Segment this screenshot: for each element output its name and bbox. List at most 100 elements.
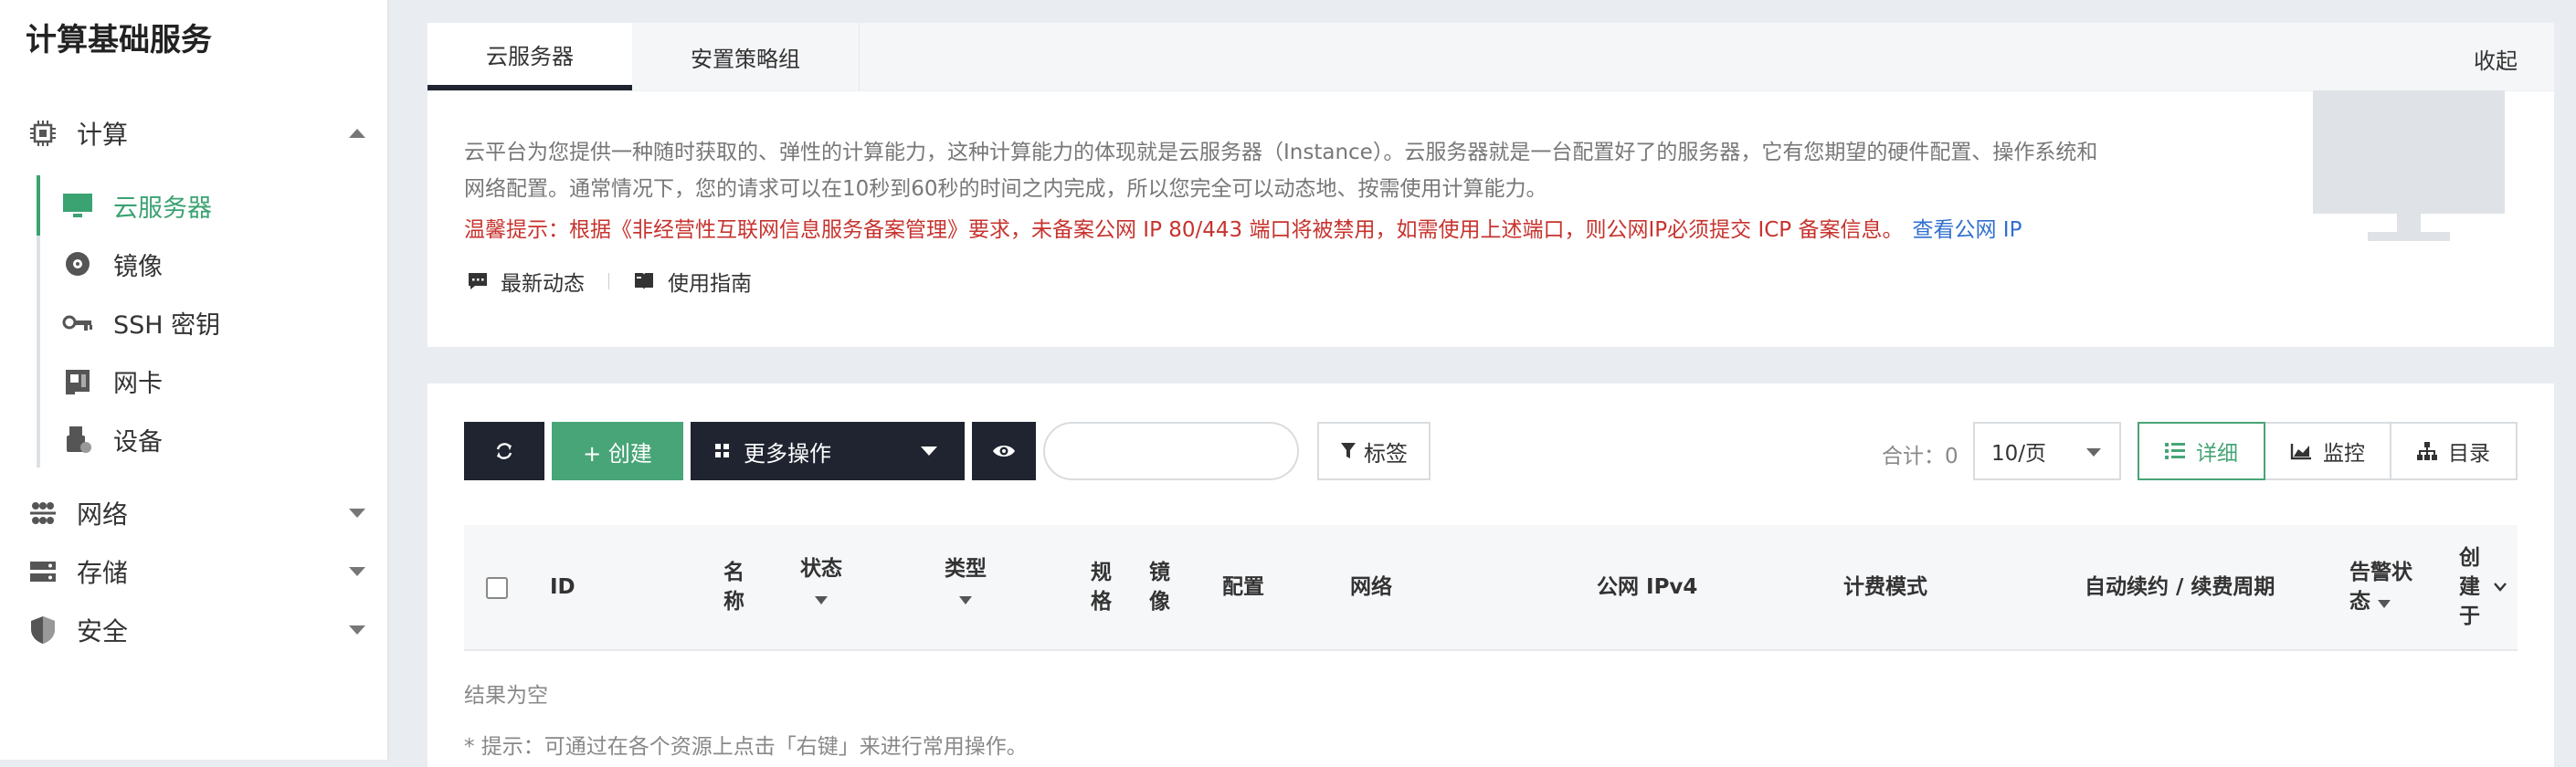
filter-icon (1341, 443, 1356, 458)
guide-link-label: 使用指南 (668, 272, 752, 296)
refresh-button[interactable] (464, 422, 544, 480)
total-count: 合计：0 (1882, 445, 1958, 468)
select-all-checkbox[interactable] (486, 577, 508, 599)
quick-links: 最新动态 使用指南 (468, 266, 752, 297)
chip-icon (27, 118, 58, 149)
column-config[interactable]: 配置 (1222, 573, 1264, 602)
sidebar-item-images[interactable]: 镜像 (37, 240, 365, 288)
page-size-value: 10/页 (1991, 442, 2047, 466)
usb-device-icon (62, 424, 93, 455)
sidebar-group-label: 网络 (77, 499, 129, 530)
column-name[interactable]: 名称 (723, 558, 744, 616)
message-icon (469, 273, 487, 289)
sidebar-group-compute[interactable]: 计算 (27, 108, 365, 159)
view-public-ip-link[interactable]: 查看公网 IP (1913, 218, 2022, 242)
sort-chevron-down-icon[interactable] (2494, 583, 2507, 592)
column-spec[interactable]: 规格 (1091, 558, 1112, 616)
sidebar-group-storage[interactable]: 存储 (27, 546, 365, 597)
tab-placement-groups[interactable]: 安置策略组 (632, 23, 860, 90)
chevron-down-icon (349, 625, 365, 635)
sidebar-item-instances[interactable]: 云服务器 (37, 182, 365, 229)
column-visibility-button[interactable] (972, 422, 1036, 480)
more-actions-button[interactable]: 更多操作 (691, 422, 965, 480)
filter-caret-icon (959, 596, 972, 604)
tag-filter-button[interactable]: 标签 (1317, 422, 1431, 480)
storage-icon (27, 556, 58, 587)
column-created[interactable]: 创建于 (2459, 543, 2480, 631)
area-chart-icon (2290, 444, 2311, 460)
sidebar: 计算基础服务 计算 云服务器 镜像 SSH 密钥 网卡 设备 网络 存储 安全 (0, 0, 389, 760)
monitor-icon (62, 190, 93, 221)
guide-link[interactable]: 使用指南 (633, 266, 752, 297)
sidebar-item-devices[interactable]: 设备 (37, 415, 365, 463)
sidebar-title: 计算基础服务 (26, 22, 212, 58)
sidebar-item-label: 网卡 (113, 369, 163, 398)
sidebar-group-security[interactable]: 安全 (27, 604, 365, 656)
intro-text: 云平台为您提供一种随时获取的、弹性的计算能力，这种计算能力的体现就是云服务器（I… (464, 134, 2254, 207)
sidebar-item-ssh-keys[interactable]: SSH 密钥 (37, 299, 365, 346)
monitor-illustration-icon (2313, 90, 2505, 246)
sidebar-group-label: 存储 (77, 558, 129, 588)
view-switcher: 详细 监控 目录 (2138, 422, 2518, 480)
create-button[interactable]: + 创建 (552, 422, 683, 480)
sidebar-item-label: SSH 密钥 (113, 310, 221, 340)
view-detail-label: 详细 (2196, 442, 2238, 466)
warning-text: 温馨提示：根据《非经营性互联网信息服务备案管理》要求，未备案公网 IP 80/4… (464, 212, 2022, 243)
sidebar-group-network[interactable]: 网络 (27, 488, 365, 539)
sidebar-item-label: 镜像 (113, 252, 163, 281)
empty-result: 结果为空 (464, 684, 548, 708)
tab-bar: 云服务器 安置策略组 收起 (428, 23, 2554, 91)
overview-card: 云服务器 安置策略组 收起 云平台为您提供一种随时获取的、弹性的计算能力，这种计… (428, 23, 2554, 347)
disc-icon (62, 248, 93, 279)
sitemap-icon (2417, 442, 2437, 460)
list-icon (2165, 443, 2185, 459)
column-public-ip[interactable]: 公网 IPv4 (1597, 573, 1697, 602)
grid-icon (715, 444, 729, 457)
chevron-down-icon (2086, 448, 2101, 457)
shield-icon (27, 615, 58, 646)
column-status[interactable]: 状态 (800, 554, 842, 613)
instance-list-card: + 创建 更多操作 标签 合计：0 10/页 详细 监控 目录 ID 名 称 状… (428, 384, 2554, 767)
chevron-up-icon (349, 129, 365, 138)
tag-filter-label: 标签 (1364, 440, 1408, 467)
view-monitor-label: 监控 (2323, 442, 2365, 466)
sidebar-item-nics[interactable]: 网卡 (37, 357, 365, 405)
chevron-down-icon (349, 509, 365, 518)
page-size-select[interactable]: 10/页 (1973, 422, 2121, 480)
news-link-label: 最新动态 (501, 272, 585, 296)
column-image[interactable]: 镜像 (1149, 558, 1170, 616)
network-icon (27, 498, 58, 529)
collapse-link[interactable]: 收起 (2474, 43, 2518, 75)
key-icon (62, 307, 93, 338)
sidebar-group-label: 计算 (77, 120, 129, 150)
view-directory-label: 目录 (2448, 442, 2490, 466)
sidebar-group-label: 安全 (77, 616, 129, 646)
column-id[interactable]: ID (550, 573, 575, 602)
column-type[interactable]: 类型 (945, 554, 987, 613)
more-actions-label: 更多操作 (744, 440, 831, 467)
context-menu-tip: * 提示：可通过在各个资源上点击「右键」来进行常用操作。 (464, 735, 1028, 759)
divider (608, 273, 609, 289)
eye-icon (993, 446, 1015, 457)
chevron-down-icon (921, 447, 937, 456)
view-detail-button[interactable]: 详细 (2138, 422, 2265, 480)
column-renew[interactable]: 自动续约 / 续费周期 (2085, 573, 2275, 602)
refresh-icon (496, 443, 512, 459)
filter-caret-icon (815, 596, 828, 604)
table-header: ID 名称 状态 类型 规格 镜像 配置 网络 公网 IPv4 计费模式 自动续… (464, 525, 2518, 651)
view-directory-button[interactable]: 目录 (2390, 422, 2518, 480)
view-monitor-button[interactable]: 监控 (2264, 422, 2391, 480)
filter-caret-icon (2378, 600, 2391, 608)
search-input[interactable] (1043, 422, 1299, 480)
news-link[interactable]: 最新动态 (468, 266, 585, 297)
sidebar-item-label: 云服务器 (113, 194, 212, 223)
column-alarm[interactable]: 告警状态 (2349, 558, 2412, 616)
intro-line: 网络配置。通常情况下，您的请求可以在10秒到60秒的时间之内完成，所以您完全可以… (464, 177, 1547, 201)
book-icon (635, 273, 653, 289)
nic-icon (62, 365, 93, 396)
column-billing[interactable]: 计费模式 (1843, 573, 1927, 602)
column-network[interactable]: 网络 (1350, 573, 1392, 602)
tab-instances[interactable]: 云服务器 (428, 23, 632, 90)
sidebar-item-label: 设备 (113, 427, 163, 457)
chevron-down-icon (349, 567, 365, 576)
